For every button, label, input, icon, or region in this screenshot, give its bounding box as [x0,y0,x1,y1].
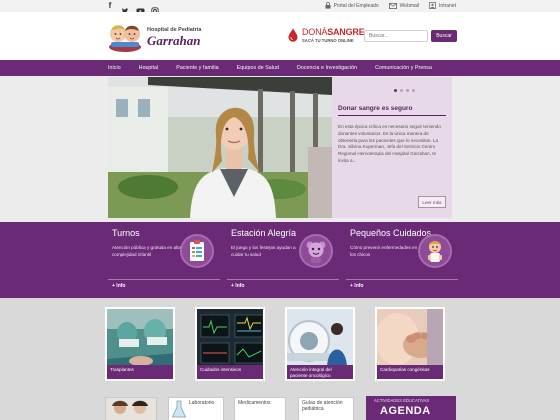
slide-indicator [394,89,415,92]
resources-row: Laboratorio Medicamentos Guías de atenci… [0,390,560,420]
lock-icon [325,2,331,9]
estacion-more-link[interactable]: + Info [231,283,244,289]
tile-oncologico-label: Atención integral del paciente oncológic… [287,365,353,379]
band-divider [346,279,458,280]
tile-trasplantes-label: Trasplantes [107,365,173,379]
logo-title: Garrahan [147,33,201,48]
employee-portal-link[interactable]: Portal del Empleado [325,2,379,9]
video-slide[interactable] [108,77,332,218]
tile-cardiopatias[interactable]: Cardiopatías congénitas [375,307,445,381]
mascot-icon [306,241,326,263]
card-medicamentos-label: Medicamentos [238,400,271,406]
pequenos-cuidados-text: Cómo prevenir enfermedades en los chicos [350,245,418,257]
estacion-icon-circle [299,234,333,268]
twitter-icon[interactable] [121,2,129,14]
turnos-title: Turnos [112,228,140,238]
specialty-tiles: Trasplantes Cuidados intensivos Atención… [0,298,560,390]
news-divider [338,115,446,116]
doctor-video-image [108,77,332,218]
dona-sangre-subtitle: SACÁ TU TURNO ONLINE [302,38,354,43]
site-header: Hospital de Pediatría Garrahan DONÁSANGR… [0,12,560,60]
main-nav: Inicio Hospital Paciente y familia Equip… [0,60,560,76]
read-more-button[interactable]: Leer más [418,196,446,208]
news-body: En esta época crítica es necesario segui… [338,124,441,163]
youtube-icon[interactable] [136,2,145,14]
search-button[interactable]: Buscar [431,30,457,42]
facebook-icon[interactable]: f [106,2,114,10]
nav-item-hospital[interactable]: Hospital [130,65,168,71]
news-panel: Donar sangre es seguro En esta época crí… [332,77,452,218]
band-divider [108,279,220,280]
webmail-label: Webmail [399,2,420,9]
utility-links: Portal del Empleado Webmail Intranet [325,2,456,9]
turnos-block[interactable]: Turnos Atención pública y gratuita en al… [108,222,224,298]
dona-sangre-banner[interactable]: DONÁSANGRE SACÁ TU TURNO ONLINE [288,26,365,48]
turnos-more-link[interactable]: + Info [112,283,125,289]
dona-sangre-title: DONÁSANGRE [302,27,365,37]
slide-dot[interactable] [400,89,403,92]
hospital-logo[interactable]: Hospital de Pediatría Garrahan [107,19,207,53]
turnos-icon-circle [180,234,214,268]
turnos-text: Atención pública y gratuita en alta comp… [112,245,181,257]
kids-logo-icon [109,25,141,52]
card-guias-label: Guías de atención pediátrica [302,400,343,412]
flask-icon [171,400,187,418]
top-bar: f Portal del Empleado Webmail Intranet [0,0,560,15]
nav-item-paciente-familia[interactable]: Paciente y familia [167,65,227,71]
blood-drop-icon [288,28,298,42]
employee-portal-label: Portal del Empleado [333,2,379,9]
clipboard-icon [190,240,204,261]
pequenos-cuidados-block[interactable]: Pequeños Cuidados Cómo prevenir enfermed… [346,222,462,298]
search-input[interactable] [364,30,428,42]
nav-item-docencia[interactable]: Docencia e Investigación [288,65,366,71]
nav-item-equipos-salud[interactable]: Equipos de Salud [228,65,288,71]
pequenos-cuidados-title: Pequeños Cuidados [350,228,432,238]
staff-image [106,398,156,420]
estacion-alegria-title: Estación Alegría [231,228,297,238]
tile-trasplantes[interactable]: Trasplantes [105,307,175,381]
band-divider [227,279,339,280]
services-band: Turnos Atención pública y gratuita en al… [0,222,560,298]
estacion-alegria-text: El juego y los festejos ayudan a cuidar … [231,245,296,257]
cuidados-more-link[interactable]: + Info [350,283,363,289]
card-guias[interactable]: Guías de atención pediátrica [298,397,354,420]
intranet-label: Intranet [439,2,456,9]
tile-cuidados-label: Cuidados intensivos [197,365,263,379]
instagram-icon[interactable] [151,2,159,15]
tile-oncologico[interactable]: Atención integral del paciente oncológic… [285,307,355,381]
card-people[interactable] [105,397,157,420]
slide-dot[interactable] [412,89,415,92]
estacion-alegria-block[interactable]: Estación Alegría El juego y los festejos… [227,222,343,298]
slide-dot[interactable] [394,89,397,92]
mail-icon [388,2,397,9]
tile-cuidados-intensivos[interactable]: Cuidados intensivos [195,307,265,381]
social-links: f [106,2,159,15]
cuidados-icon-circle [418,234,452,268]
card-laboratorio-label: Laboratorio [189,400,215,406]
slide-dot[interactable] [406,89,409,92]
nav-item-inicio[interactable]: Inicio [108,65,130,71]
nav-item-comunicacion[interactable]: Comunicación y Prensa [366,65,441,71]
agenda-subtitle: ACTIVIDADES EDUCATIVAS [374,398,430,403]
intranet-link[interactable]: Intranet [429,2,456,9]
tile-cardiopatias-label: Cardiopatías congénitas [377,365,443,379]
card-laboratorio[interactable]: Laboratorio [168,397,224,420]
agenda-banner[interactable]: ACTIVIDADES EDUCATIVAS AGENDA [366,396,456,420]
news-title[interactable]: Donar sangre es seguro [338,105,412,112]
agenda-title: AGENDA [380,405,431,417]
user-icon [429,2,436,9]
child-icon [428,241,442,262]
card-medicamentos[interactable]: Medicamentos [234,397,286,420]
webmail-link[interactable]: Webmail [388,2,420,9]
